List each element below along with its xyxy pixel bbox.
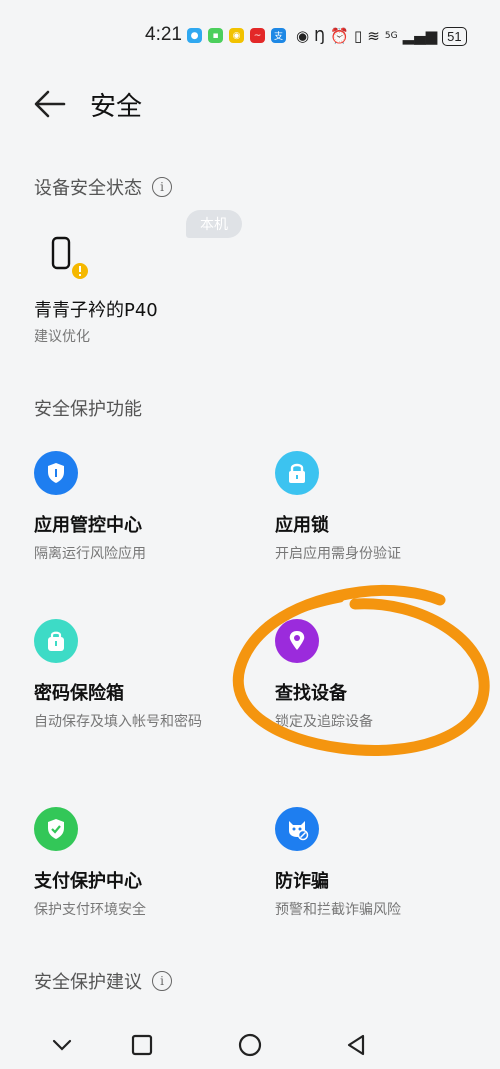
chat-app-icon: ▪ bbox=[208, 28, 223, 43]
device-section-title: 设备安全状态 i bbox=[34, 174, 172, 200]
features-section-label: 安全保护功能 bbox=[34, 399, 142, 420]
info-icon[interactable]: i bbox=[152, 971, 172, 991]
feature-app-lock[interactable]: 应用锁 开启应用需身份验证 bbox=[275, 451, 485, 564]
triangle-back-icon bbox=[347, 1034, 365, 1056]
shield-check-icon bbox=[34, 807, 78, 851]
feature-desc: 预警和拦截诈骗风险 bbox=[275, 902, 401, 918]
page-title: 安全 bbox=[90, 92, 143, 122]
status-indicators: ◉ Ŋ ⏰ ▯ ≋ 5G ▂▄▆ 51 bbox=[296, 26, 467, 46]
features-section-title: 安全保护功能 bbox=[34, 395, 142, 421]
alipay-app-icon: 支 bbox=[271, 28, 286, 43]
feature-desc: 保护支付环境安全 bbox=[34, 902, 146, 918]
notification-icons: ● ▪ ◉ ~ 支 bbox=[187, 28, 286, 43]
eye-icon: ◉ bbox=[296, 27, 310, 45]
chevron-down-icon bbox=[52, 1039, 72, 1051]
nfc-icon: Ŋ bbox=[314, 27, 326, 45]
location-pin-icon bbox=[275, 619, 319, 663]
feature-desc: 自动保存及填入帐号和密码 bbox=[34, 714, 202, 730]
feature-anti-fraud[interactable]: 防诈骗 预警和拦截诈骗风险 bbox=[275, 807, 485, 920]
feature-payment-protection[interactable]: 支付保护中心 保护支付环境安全 bbox=[34, 807, 244, 920]
anti-fraud-icon bbox=[275, 807, 319, 851]
status-bar: 4:21 ● ▪ ◉ ~ 支 ◉ Ŋ ⏰ ▯ ≋ 5G ▂▄▆ 51 bbox=[0, 0, 500, 72]
home-button[interactable] bbox=[230, 1030, 270, 1060]
battery-indicator: 51 bbox=[442, 26, 467, 46]
phone-icon[interactable] bbox=[50, 236, 90, 282]
nav-back-button[interactable] bbox=[336, 1030, 376, 1060]
arrow-left-icon bbox=[34, 90, 66, 118]
feature-desc: 锁定及追踪设备 bbox=[275, 714, 373, 730]
recents-button[interactable] bbox=[122, 1030, 162, 1060]
feature-name: 查找设备 bbox=[275, 683, 347, 704]
feature-app-control[interactable]: 应用管控中心 隔离运行风险应用 bbox=[34, 451, 244, 564]
back-button[interactable] bbox=[30, 84, 70, 124]
alarm-icon: ⏰ bbox=[330, 27, 350, 45]
device-name[interactable]: 青青子衿的P40 bbox=[34, 296, 158, 322]
suggestions-section-title: 安全保护建议 i bbox=[34, 968, 172, 994]
shield-icon bbox=[34, 451, 78, 495]
lock-icon bbox=[275, 451, 319, 495]
status-time: 4:21 bbox=[145, 24, 182, 45]
wifi-icon: ≋ bbox=[367, 27, 380, 45]
feature-desc: 隔离运行风险应用 bbox=[34, 546, 146, 562]
safe-icon bbox=[34, 619, 78, 663]
feature-name: 支付保护中心 bbox=[34, 871, 142, 892]
local-device-badge: 本机 bbox=[186, 210, 242, 238]
navigation-bar bbox=[0, 1030, 500, 1069]
device-section-label: 设备安全状态 bbox=[34, 178, 142, 199]
feature-find-device[interactable]: 查找设备 锁定及追踪设备 bbox=[275, 619, 485, 732]
stock-app-icon: ~ bbox=[250, 28, 265, 43]
info-icon[interactable]: i bbox=[152, 177, 172, 197]
feature-name: 应用管控中心 bbox=[34, 515, 142, 536]
feature-desc: 开启应用需身份验证 bbox=[275, 546, 401, 562]
vibrate-icon: ▯ bbox=[354, 27, 363, 45]
circle-icon bbox=[238, 1033, 262, 1057]
local-badge-label: 本机 bbox=[200, 217, 228, 233]
feature-password-vault[interactable]: 密码保险箱 自动保存及填入帐号和密码 bbox=[34, 619, 224, 732]
signal-icon: ▂▄▆ bbox=[402, 27, 438, 45]
weibo-app-icon: ◉ bbox=[229, 28, 244, 43]
square-icon bbox=[131, 1034, 153, 1056]
suggestions-section-label: 安全保护建议 bbox=[34, 972, 142, 993]
feature-name: 密码保险箱 bbox=[34, 683, 124, 704]
feature-name: 应用锁 bbox=[275, 515, 329, 536]
network-type: 5G bbox=[384, 31, 398, 41]
message-app-icon: ● bbox=[187, 28, 202, 43]
feature-name: 防诈骗 bbox=[275, 871, 329, 892]
phone-outline-icon bbox=[51, 236, 88, 279]
collapse-button[interactable] bbox=[42, 1030, 82, 1060]
device-status: 建议优化 bbox=[34, 329, 90, 345]
